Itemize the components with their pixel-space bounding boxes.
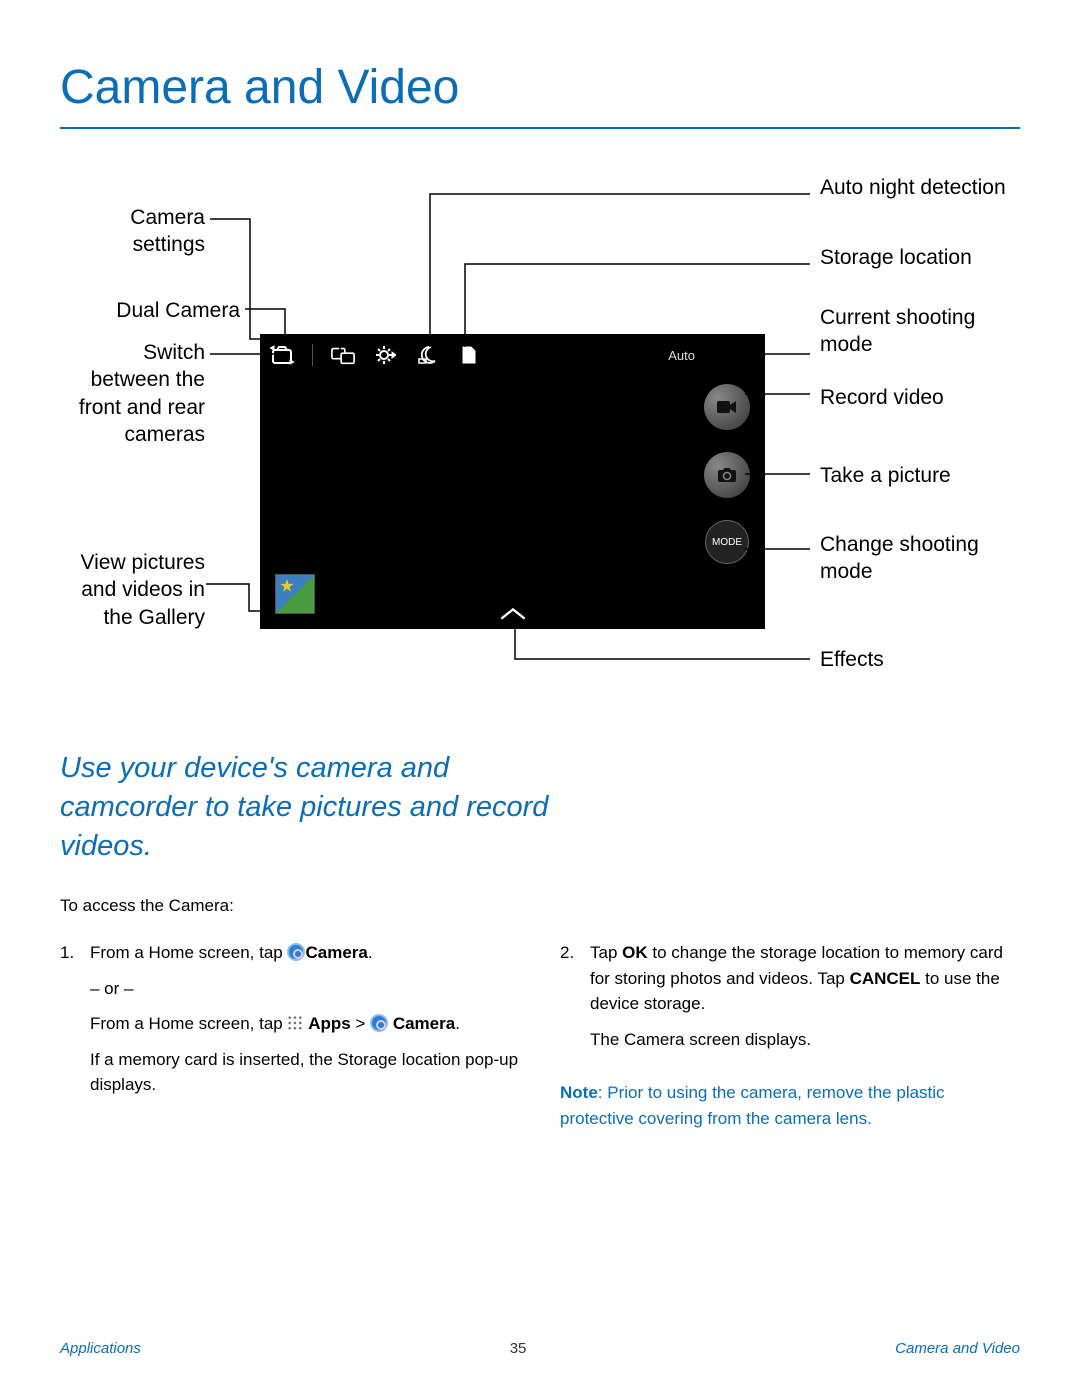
camera-screenshot: Auto MODE <box>260 334 765 629</box>
step-number-1: 1. <box>60 940 80 1108</box>
page-title: Camera and Video <box>60 60 1020 115</box>
callout-take-picture: Take a picture <box>820 462 951 489</box>
footer-section: Applications <box>60 1340 141 1357</box>
night-detection-icon <box>415 344 439 366</box>
intro-text: Use your device's camera and camcorder t… <box>60 749 580 866</box>
callout-camera-settings: Camera settings <box>90 204 205 259</box>
callout-switch-camera: Switch between the front and rear camera… <box>60 339 205 448</box>
gallery-thumbnail[interactable] <box>275 574 315 614</box>
step1-line3: If a memory card is inserted, the Storag… <box>90 1047 520 1098</box>
callout-change-mode: Change shooting mode <box>820 531 1020 586</box>
step2-line2: The Camera screen displays. <box>590 1027 1020 1053</box>
note-text: Note: Prior to using the camera, remove … <box>560 1080 1020 1131</box>
record-video-button[interactable] <box>704 384 750 430</box>
switch-camera-icon <box>270 344 294 366</box>
page-footer: Applications 35 Camera and Video <box>60 1340 1020 1357</box>
footer-topic: Camera and Video <box>895 1340 1020 1357</box>
footer-page-number: 35 <box>510 1340 527 1357</box>
callout-current-mode: Current shooting mode <box>820 304 1020 359</box>
callout-effects: Effects <box>820 646 884 673</box>
apps-grid-icon <box>287 1015 303 1031</box>
callout-record-video: Record video <box>820 384 944 411</box>
dual-camera-icon <box>331 344 355 366</box>
callout-dual-camera: Dual Camera <box>60 297 240 324</box>
storage-icon <box>457 344 481 366</box>
step1-line1: From a Home screen, tap Camera. <box>90 940 520 966</box>
camera-diagram: Camera settings Dual Camera Switch betwe… <box>60 179 1020 739</box>
callout-storage: Storage location <box>820 244 972 271</box>
mode-button[interactable]: MODE <box>705 520 749 564</box>
step1-or: – or – <box>90 976 520 1002</box>
callout-gallery: View pictures and videos in the Gallery <box>60 549 205 631</box>
step1-line2: From a Home screen, tap Apps > Camera. <box>90 1011 520 1037</box>
step2-line1: Tap OK to change the storage location to… <box>590 940 1020 1017</box>
title-divider <box>60 127 1020 129</box>
camera-app-icon <box>287 943 305 961</box>
shooting-mode-label: Auto <box>668 348 695 363</box>
take-picture-button[interactable] <box>704 452 750 498</box>
effects-chevron-icon[interactable] <box>499 607 527 621</box>
access-heading: To access the Camera: <box>60 896 1020 916</box>
camera-app-icon-2 <box>370 1014 388 1032</box>
settings-gear-icon <box>373 344 397 366</box>
callout-auto-night: Auto night detection <box>820 174 1006 201</box>
step-number-2: 2. <box>560 940 580 1062</box>
